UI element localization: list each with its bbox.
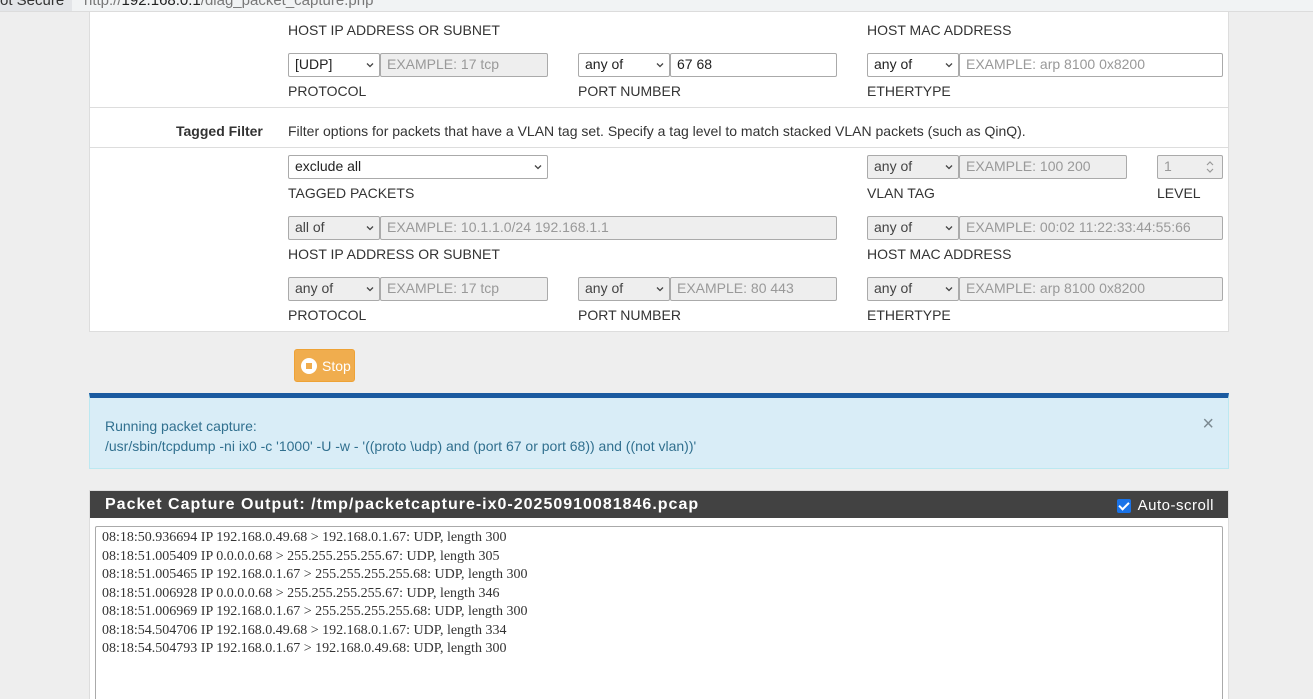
filter-panel: HOST IP ADDRESS OR SUBNET HOST MAC ADDRE… (89, 12, 1229, 332)
chevron-down-icon (945, 287, 953, 292)
auto-scroll-checkbox[interactable] (1117, 499, 1131, 513)
browser-address-bar[interactable]: ot Secure http://192.168.0.1/diag_packet… (0, 0, 1313, 12)
tagged-protocol-input[interactable]: EXAMPLE: 17 tcp (380, 277, 548, 301)
alert-title: Running packet capture: (105, 418, 257, 434)
tagged-filter-description: Filter options for packets that have a V… (288, 123, 1026, 139)
output-line: 08:18:51.005465 IP 192.168.0.1.67 > 255.… (102, 567, 528, 582)
output-line: 08:18:54.504706 IP 192.168.0.49.68 > 192… (102, 622, 507, 638)
tagged-protocol-select[interactable]: any of (288, 277, 380, 301)
output-line: 08:18:51.006928 IP 0.0.0.0.68 > 255.255.… (102, 585, 500, 601)
chevron-down-icon (366, 226, 374, 231)
auto-scroll-label[interactable]: Auto-scroll (1138, 497, 1214, 514)
capture-output-textarea[interactable]: 08:18:50.936694 IP 192.168.0.49.68 > 192… (95, 526, 1223, 699)
alert-command: /usr/sbin/tcpdump -ni ix0 -c '1000' -U -… (105, 438, 697, 454)
output-line: 08:18:51.005409 IP 0.0.0.0.68 > 255.255.… (102, 548, 500, 564)
output-title: Packet Capture Output: /tmp/packetcaptur… (105, 496, 700, 513)
security-indicator[interactable]: ot Secure (0, 0, 73, 11)
running-capture-alert: Running packet capture: /usr/sbin/tcpdum… (89, 393, 1229, 469)
chevron-down-icon (656, 63, 664, 68)
ethertype-caption: ETHERTYPE (867, 83, 951, 99)
stop-icon (301, 358, 317, 374)
stepper-arrows-icon[interactable] (1206, 159, 1214, 175)
output-header: Packet Capture Output: /tmp/packetcaptur… (90, 491, 1228, 518)
tagged-host-ip-caption: HOST IP ADDRESS OR SUBNET (288, 246, 500, 262)
tagged-host-ip-select[interactable]: all of (288, 216, 380, 240)
host-ip-caption: HOST IP ADDRESS OR SUBNET (288, 22, 500, 38)
tagged-host-mac-select[interactable]: any of (867, 216, 959, 240)
vlan-tag-select[interactable]: any of (867, 155, 959, 179)
protocol-input[interactable]: EXAMPLE: 17 tcp (380, 53, 548, 77)
close-icon[interactable]: × (1202, 414, 1214, 434)
tagged-port-caption: PORT NUMBER (578, 307, 681, 323)
chevron-down-icon (945, 165, 953, 170)
protocol-caption: PROTOCOL (288, 83, 367, 99)
chevron-down-icon (945, 226, 953, 231)
tagged-ethertype-input[interactable]: EXAMPLE: arp 8100 0x8200 (959, 277, 1223, 301)
url-text[interactable]: http://192.168.0.1/diag_packet_capture.p… (84, 0, 373, 8)
chevron-down-icon (366, 287, 374, 292)
tagged-port-input[interactable]: EXAMPLE: 80 443 (670, 277, 837, 301)
tagged-host-mac-caption: HOST MAC ADDRESS (867, 246, 1012, 262)
protocol-select[interactable]: [UDP] (288, 53, 380, 77)
stop-button[interactable]: Stop (294, 349, 355, 382)
port-caption: PORT NUMBER (578, 83, 681, 99)
chevron-down-icon (366, 63, 374, 68)
tagged-packets-select[interactable]: exclude all (288, 155, 548, 179)
capture-output-panel: Packet Capture Output: /tmp/packetcaptur… (89, 490, 1229, 699)
ethertype-select[interactable]: any of (867, 53, 959, 77)
output-line: 08:18:51.006969 IP 192.168.0.1.67 > 255.… (102, 604, 528, 619)
vlan-tag-input[interactable]: EXAMPLE: 100 200 (959, 155, 1127, 179)
ethertype-input[interactable]: EXAMPLE: arp 8100 0x8200 (959, 53, 1223, 77)
host-mac-caption: HOST MAC ADDRESS (867, 22, 1012, 38)
divider (90, 107, 1228, 108)
chevron-down-icon (945, 63, 953, 68)
level-caption: LEVEL (1157, 185, 1201, 201)
tagged-filter-label: Tagged Filter (176, 123, 263, 139)
output-line: 08:18:54.504793 IP 192.168.0.1.67 > 192.… (102, 641, 507, 656)
divider (90, 147, 1228, 148)
vlan-tag-caption: VLAN TAG (867, 185, 935, 201)
port-input[interactable]: 67 68 (670, 53, 837, 77)
tagged-ethertype-caption: ETHERTYPE (867, 307, 951, 323)
tagged-port-select[interactable]: any of (578, 277, 670, 301)
chevron-down-icon (534, 165, 542, 170)
port-select[interactable]: any of (578, 53, 670, 77)
tagged-host-mac-input[interactable]: EXAMPLE: 00:02 11:22:33:44:55:66 (959, 216, 1223, 240)
level-stepper[interactable]: 1 (1157, 155, 1223, 179)
chevron-down-icon (656, 287, 664, 292)
tagged-protocol-caption: PROTOCOL (288, 307, 367, 323)
tagged-host-ip-input[interactable]: EXAMPLE: 10.1.1.0/24 192.168.1.1 (380, 216, 837, 240)
output-line: 08:18:50.936694 IP 192.168.0.49.68 > 192… (102, 530, 507, 545)
tagged-ethertype-select[interactable]: any of (867, 277, 959, 301)
tagged-packets-caption: TAGGED PACKETS (288, 185, 415, 201)
